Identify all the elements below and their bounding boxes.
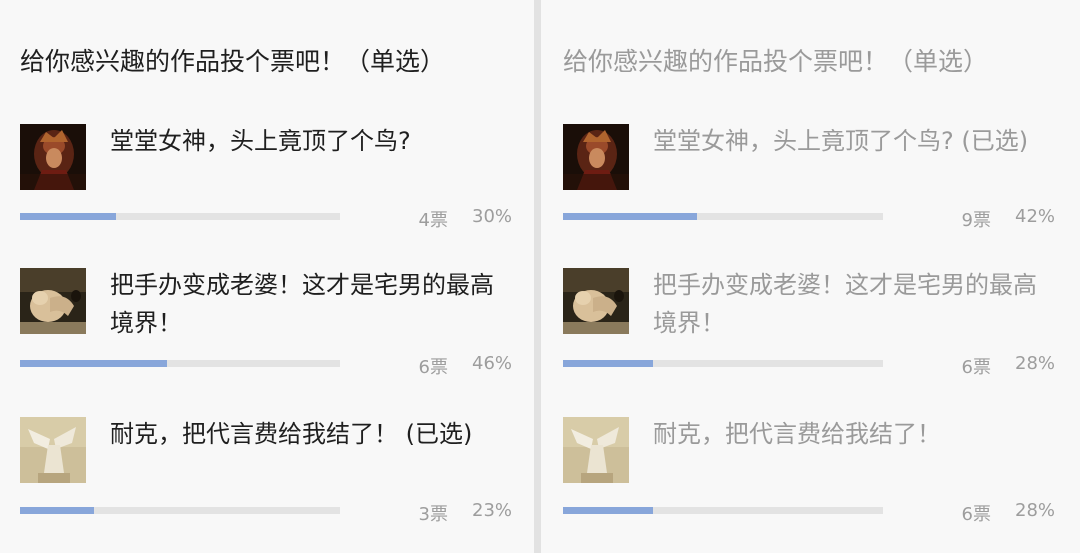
vote-progress-bar bbox=[20, 360, 340, 367]
poll-option-2[interactable]: 把手办变成老婆！这才是宅男的最高境界！ 6票 46% bbox=[20, 268, 520, 408]
vote-progress-bar bbox=[20, 213, 340, 220]
vote-progress-fill bbox=[20, 507, 94, 514]
option-label: 把手办变成老婆！这才是宅男的最高境界！ bbox=[653, 271, 1037, 337]
option-label: 堂堂女神，头上竟顶了个鸟? bbox=[110, 127, 411, 155]
vote-count: 3票 bbox=[418, 504, 448, 525]
vote-percent: 28% bbox=[1015, 353, 1056, 374]
vote-count: 6票 bbox=[961, 357, 991, 378]
poll-title: 给你感兴趣的作品投个票吧！（单选） bbox=[20, 47, 446, 76]
winged-victory-thumbnail bbox=[20, 417, 86, 483]
vote-progress-fill bbox=[20, 213, 116, 220]
sculpture-thumbnail bbox=[20, 268, 86, 334]
option-label: 耐克，把代言费给我结了！ bbox=[653, 420, 941, 448]
vote-progress-bar bbox=[20, 507, 340, 514]
vote-progress-fill bbox=[563, 507, 653, 514]
vote-percent: 30% bbox=[472, 206, 513, 227]
vote-progress-fill bbox=[563, 360, 653, 367]
vote-progress-fill bbox=[20, 360, 168, 367]
poll-option-2[interactable]: 把手办变成老婆！这才是宅男的最高境界！ 6票 28% bbox=[563, 268, 1063, 408]
vote-count: 4票 bbox=[418, 210, 448, 231]
vote-count: 9票 bbox=[961, 210, 991, 231]
vote-progress-bar bbox=[563, 507, 883, 514]
option-label: 耐克，把代言费给我结了！ (已选) bbox=[110, 420, 473, 448]
goddess-painting-thumbnail bbox=[20, 124, 86, 190]
sculpture-thumbnail bbox=[563, 268, 629, 334]
vote-progress-fill bbox=[563, 213, 698, 220]
poll-comparison: 给你感兴趣的作品投个票吧！（单选） 堂堂女神，头上竟顶了个鸟? 4票 30% 把… bbox=[0, 0, 1080, 553]
panel-divider bbox=[534, 0, 541, 553]
vote-progress-bar bbox=[563, 213, 883, 220]
option-label: 堂堂女神，头上竟顶了个鸟? (已选) bbox=[653, 127, 1029, 155]
vote-count: 6票 bbox=[961, 504, 991, 525]
vote-percent: 46% bbox=[472, 353, 513, 374]
option-label: 把手办变成老婆！这才是宅男的最高境界！ bbox=[110, 271, 494, 337]
poll-option-3[interactable]: 耐克，把代言费给我结了！ 6票 28% bbox=[563, 417, 1063, 553]
poll-option-1[interactable]: 堂堂女神，头上竟顶了个鸟? 4票 30% bbox=[20, 124, 520, 264]
vote-percent: 23% bbox=[472, 500, 513, 521]
vote-count: 6票 bbox=[418, 357, 448, 378]
poll-option-3[interactable]: 耐克，把代言费给我结了！ (已选) 3票 23% bbox=[20, 417, 520, 553]
vote-percent: 42% bbox=[1015, 206, 1056, 227]
right-poll-panel: 给你感兴趣的作品投个票吧！（单选） 堂堂女神，头上竟顶了个鸟? (已选) 9票 … bbox=[541, 0, 1080, 553]
vote-percent: 28% bbox=[1015, 500, 1056, 521]
poll-option-1[interactable]: 堂堂女神，头上竟顶了个鸟? (已选) 9票 42% bbox=[563, 124, 1063, 264]
poll-title: 给你感兴趣的作品投个票吧！（单选） bbox=[563, 47, 989, 76]
left-poll-panel: 给你感兴趣的作品投个票吧！（单选） 堂堂女神，头上竟顶了个鸟? 4票 30% 把… bbox=[0, 0, 534, 553]
vote-progress-bar bbox=[563, 360, 883, 367]
goddess-painting-thumbnail bbox=[563, 124, 629, 190]
winged-victory-thumbnail bbox=[563, 417, 629, 483]
